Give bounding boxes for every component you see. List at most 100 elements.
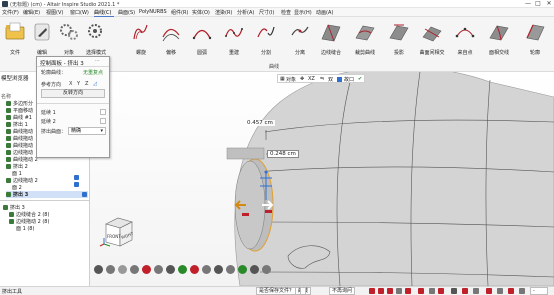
ribbon-detach-button[interactable]: 分离 [287, 21, 313, 56]
axis-x-option[interactable]: X [69, 81, 72, 87]
fit-icon[interactable] [154, 265, 163, 274]
ribbon-surface-intersect-button[interactable]: 曲面间相交 [419, 21, 445, 56]
browser-item[interactable]: 曲线拖动 2 [6, 156, 38, 163]
visibility-icon[interactable] [486, 288, 492, 294]
ribbon-offset-button[interactable]: 偏移 [158, 21, 184, 56]
ribbon-rebuild-button[interactable]: 重建 [221, 21, 247, 56]
browser-item[interactable]: 曲线拖动 [6, 142, 33, 149]
confirm-icon[interactable]: ✔ [358, 76, 362, 82]
environment-icon[interactable] [250, 265, 259, 274]
settings-icon[interactable] [262, 265, 271, 274]
visibility-checkbox[interactable] [74, 175, 79, 180]
grid-icon[interactable] [202, 265, 211, 274]
menu-inspect[interactable]: 检查 [281, 9, 291, 16]
menu-animation[interactable]: 动画(A) [316, 9, 333, 16]
grid-snap-icon[interactable] [378, 288, 384, 294]
ribbon-from-points-button[interactable]: 来自点 [452, 21, 478, 56]
model-canvas[interactable] [90, 72, 554, 286]
ribbon-spiral-button[interactable]: 螺旋 [128, 21, 154, 56]
menu-file[interactable]: 文件(F) [2, 9, 19, 16]
browser-item[interactable]: 边线拖动 2 [6, 177, 38, 184]
axis-y-option[interactable]: Y [77, 81, 80, 87]
view-toolbar-port[interactable]: 故口 [344, 76, 354, 83]
wireframe-icon[interactable] [226, 265, 235, 274]
menu-render[interactable]: 渲染(R) [215, 9, 232, 16]
menu-polynurbs[interactable]: PolyNURBS [139, 9, 167, 15]
ribbon-select-mode-button[interactable]: 选择模式 [83, 21, 109, 56]
menu-solid[interactable]: 实体(O) [192, 9, 210, 16]
browser-item[interactable]: 曲线拖动 [6, 128, 33, 135]
ribbon-silhouette-button[interactable]: 轮廓 [522, 21, 548, 56]
units-icon[interactable] [473, 288, 479, 294]
menu-window[interactable]: 窗口(W) [70, 9, 89, 16]
ribbon-trim-curve-button[interactable]: 裁剪曲线 [352, 21, 378, 56]
surface-snap-icon[interactable] [405, 288, 411, 294]
menu-component[interactable]: 组件(R) [171, 9, 188, 16]
symmetry-icon[interactable]: ⇋ [320, 76, 324, 82]
extension-1-checkbox[interactable] [100, 109, 106, 115]
move-icon[interactable]: ✥ [300, 76, 304, 82]
isolate-icon[interactable] [142, 265, 151, 274]
ribbon-file-button[interactable]: 文件 [2, 21, 28, 56]
camera-icon[interactable] [94, 265, 103, 274]
history-item[interactable]: 边线拖动 2 (8) [9, 218, 49, 225]
browser-item[interactable]: 挤出 1 [6, 121, 28, 128]
browser-item[interactable]: 面 2 [12, 184, 22, 191]
color-icon[interactable] [462, 288, 468, 294]
minimize-button[interactable]: — [523, 0, 533, 8]
browser-item-selected[interactable]: 挤出 3 [6, 191, 88, 198]
save-prompt-field[interactable]: 是否保存文件？ [256, 287, 298, 295]
ribbon-object-button[interactable]: 对象 [56, 21, 82, 56]
history-icon[interactable] [519, 288, 525, 294]
history-item[interactable]: 边线缝合 2 (8) [9, 211, 49, 218]
pan-icon[interactable] [118, 265, 127, 274]
snap-checkbox[interactable] [337, 77, 342, 82]
normal-snap-icon[interactable] [438, 288, 444, 294]
view-toolbar-object[interactable]: 对象 [286, 76, 296, 83]
browser-item[interactable]: 多边形分 [6, 100, 33, 107]
close-button[interactable]: ✕ [544, 0, 554, 8]
point-snap-icon[interactable] [396, 288, 402, 294]
history-item[interactable]: 挤出 3 [3, 204, 25, 211]
ribbon-split-button[interactable]: 分割 [253, 21, 279, 56]
dimension-input[interactable]: 0.248 cm [267, 150, 299, 158]
visibility-checkbox[interactable] [74, 182, 79, 187]
edge-snap-icon[interactable] [418, 288, 424, 294]
browser-item[interactable]: 挤出 2 [6, 163, 28, 170]
ribbon-edit-button[interactable]: 编辑 [29, 21, 55, 56]
menu-surface[interactable]: 曲面(S) [118, 9, 135, 16]
view-toolbar-xz[interactable]: XZ [308, 76, 315, 82]
menu-edit[interactable]: 编辑(E) [23, 9, 40, 16]
dont-ask-again-field[interactable]: 不再询问 [329, 287, 356, 295]
extension-2-checkbox[interactable] [100, 118, 106, 124]
browser-item[interactable]: 平面移动 [6, 107, 33, 114]
view-toolbar-double[interactable]: 双 [328, 76, 333, 83]
ribbon-face-intersect-button[interactable]: 面相交线 [486, 21, 512, 56]
custom-direction-icon[interactable]: ◿ [93, 81, 97, 87]
material-icon[interactable] [178, 265, 187, 274]
curve-snap-icon[interactable] [387, 288, 393, 294]
status-value-field[interactable]: - [530, 287, 548, 295]
browser-item[interactable]: 曲线拖动 [6, 135, 33, 142]
menu-dimension[interactable]: 尺寸(I) [259, 9, 274, 16]
browser-item[interactable]: 边线拖动 [6, 149, 33, 156]
reverse-direction-button[interactable]: 反转方向 [41, 89, 105, 98]
select-filter-icon[interactable]: ▦ [280, 76, 285, 82]
browser-item[interactable]: 曲线 #1 [6, 114, 32, 121]
visibility-checkbox[interactable] [82, 192, 87, 197]
ribbon-edge-stitch-button[interactable]: 边线缝合 [318, 21, 344, 56]
section-icon[interactable] [166, 265, 175, 274]
menu-display[interactable]: 显示(H) [294, 9, 312, 16]
axis-z-option[interactable]: Z [85, 81, 88, 87]
dont-ask-button[interactable] [300, 287, 306, 295]
menu-view[interactable]: 视图(V) [46, 9, 63, 16]
zoom-icon[interactable] [130, 265, 139, 274]
browser-item[interactable]: 面 1 [12, 170, 22, 177]
shading-icon[interactable] [214, 265, 223, 274]
light-icon[interactable] [238, 265, 247, 274]
filter-icon[interactable] [508, 288, 514, 294]
3d-viewport[interactable]: 0.457 cm 0.248 cm FRONT RIGHT [90, 72, 554, 286]
ribbon-project-button[interactable]: 投影 [386, 21, 412, 56]
menu-curve[interactable]: 曲线(C) [94, 9, 111, 16]
extrude-surface-select[interactable]: 精确 ▾ [68, 127, 106, 135]
